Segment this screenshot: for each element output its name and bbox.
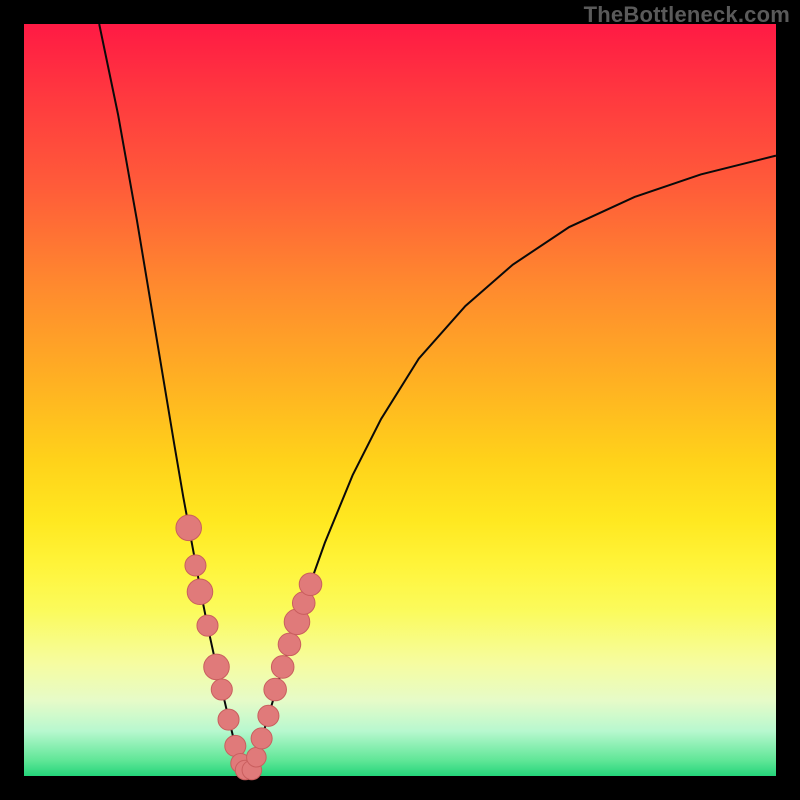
watermark-text: TheBottleneck.com [584, 2, 790, 28]
chart-plot-area [24, 24, 776, 776]
